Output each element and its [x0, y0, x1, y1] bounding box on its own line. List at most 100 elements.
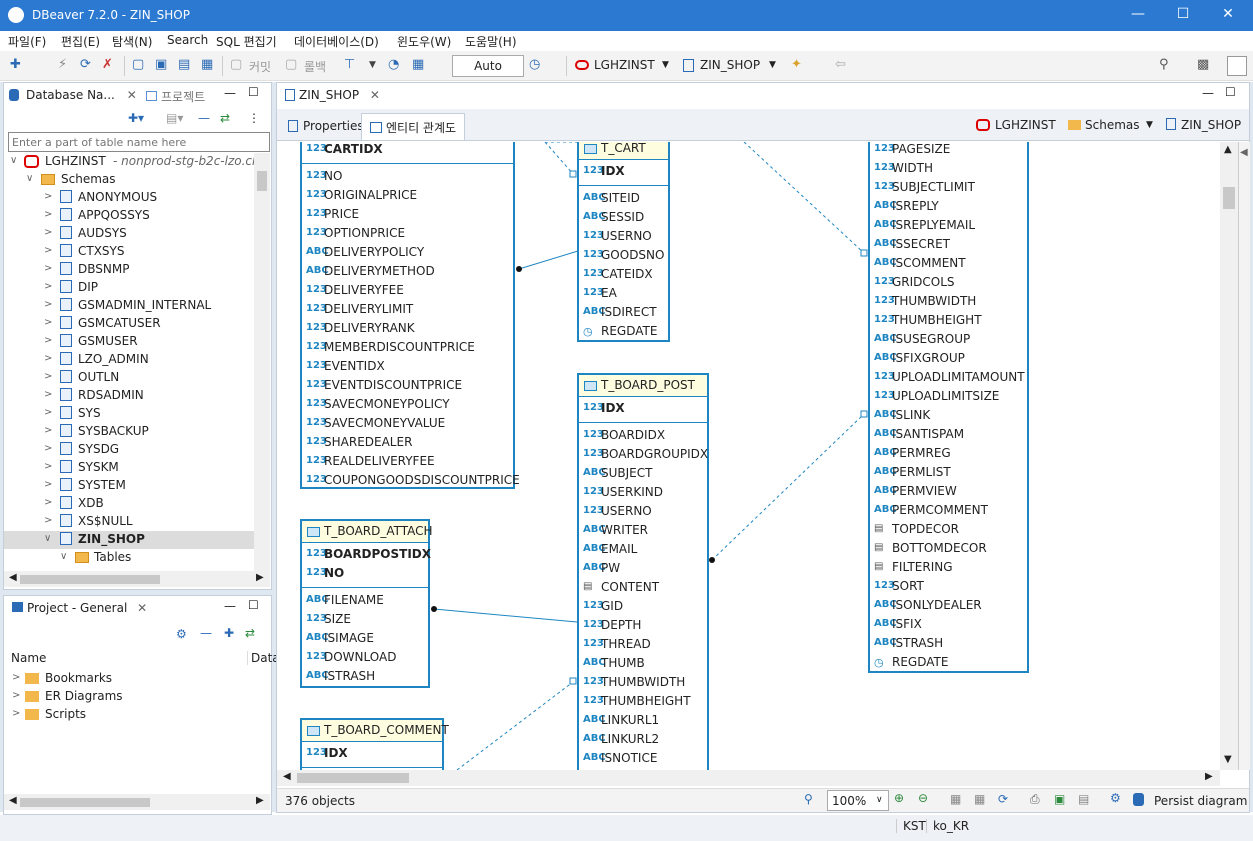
er-column[interactable]: 123 MEMBERDISCOUNTPRICE: [302, 338, 513, 357]
collapse-all-icon[interactable]: —: [198, 111, 210, 125]
tree-schema-item[interactable]: > RDSADMIN: [4, 387, 256, 405]
er-column[interactable]: ABC ISONLYDEALER: [870, 596, 1027, 615]
tree-schema-item[interactable]: > CTXSYS: [4, 243, 256, 261]
chevron-right-icon[interactable]: >: [44, 209, 52, 220]
er-column[interactable]: 123 BOARDIDX: [579, 426, 707, 445]
er-column[interactable]: 123 BOARDGROUPIDX: [579, 445, 708, 464]
active-datasource[interactable]: LGHZINST: [594, 58, 655, 72]
tree-schema-item[interactable]: > XDB: [4, 495, 256, 513]
chevron-right-icon[interactable]: >: [44, 407, 52, 418]
er-column[interactable]: ABC ISTRASH: [302, 667, 428, 686]
er-column[interactable]: 123 WIDTH: [870, 159, 1027, 178]
er-column[interactable]: ABC DELIVERYMETHOD: [302, 262, 513, 281]
tree-schema-item[interactable]: > SYSTEM: [4, 477, 256, 495]
settings-icon[interactable]: ⚙: [1110, 791, 1121, 805]
tree-schema-item[interactable]: > DBSNMP: [4, 261, 256, 279]
er-table-t-board-comment[interactable]: T_BOARD_COMMENT 123 IDX: [300, 718, 449, 770]
sql-editor-icon[interactable]: ▢: [132, 57, 144, 72]
link-icon[interactable]: ⇄: [245, 626, 255, 640]
diagram-vscroll[interactable]: ▲ ▼: [1220, 142, 1238, 770]
chevron-right-icon[interactable]: >: [44, 335, 52, 346]
close-button[interactable]: ✕: [1213, 6, 1243, 22]
save-icon[interactable]: ▤: [1078, 792, 1089, 806]
er-column[interactable]: ABC SESSID: [579, 208, 668, 227]
er-column[interactable]: ABC THUMB: [579, 654, 707, 673]
er-column[interactable]: 123 EVENTDISCOUNTPRICE: [302, 376, 513, 395]
er-column[interactable]: ABC ISREPLYEMAIL: [870, 216, 1027, 235]
er-column[interactable]: 123 REALDELIVERYFEE: [302, 452, 513, 471]
tree-schema-item[interactable]: ∨ ZIN_SHOP: [4, 531, 256, 549]
er-column[interactable]: ABC PERMLIST: [870, 463, 1027, 482]
tree-schema-item[interactable]: > AUDSYS: [4, 225, 256, 243]
menu-window[interactable]: 윈도우(W): [397, 33, 451, 50]
er-column[interactable]: ABC LINKURL2: [579, 730, 707, 749]
tree-schema-item[interactable]: > SYSDG: [4, 441, 256, 459]
breadcrumb-connection[interactable]: LGHZINST: [995, 118, 1056, 132]
er-column[interactable]: ▤ FILTERING: [870, 558, 1027, 577]
chevron-right-icon[interactable]: >: [44, 317, 52, 328]
er-column[interactable]: ABC ISREPLY: [870, 197, 1027, 216]
er-column[interactable]: 123 THUMBWIDTH: [870, 292, 1027, 311]
zoom-in-icon[interactable]: ⊕: [894, 791, 904, 805]
tree-schema-item[interactable]: > APPQOSSYS: [4, 207, 256, 225]
back-icon[interactable]: ⇦: [835, 57, 846, 72]
project-item-bookmarks[interactable]: > Bookmarks: [4, 670, 264, 688]
new-connection-icon[interactable]: ✚: [10, 57, 21, 72]
tab-database-navigator[interactable]: Database Na... ✕: [4, 83, 145, 107]
tree-schema-item[interactable]: > SYSKM: [4, 459, 256, 477]
minimize-editor-icon[interactable]: —: [1202, 86, 1214, 100]
er-column[interactable]: ABC EMAIL: [579, 540, 707, 559]
project-item-er-diagrams[interactable]: > ER Diagrams: [4, 688, 264, 706]
maximize-panel-icon[interactable]: ☐: [248, 598, 259, 612]
er-column[interactable]: 123 PAGESIZE: [870, 142, 1027, 159]
wand-icon[interactable]: ✦: [791, 57, 802, 72]
tab-projects[interactable]: 프로젝트: [138, 83, 213, 107]
menu-edit[interactable]: 편집(E): [61, 33, 100, 50]
chevron-right-icon[interactable]: >: [44, 425, 52, 436]
zoom-select[interactable]: 100% ∨: [827, 790, 889, 811]
tree-schema-item[interactable]: > GSMCATUSER: [4, 315, 256, 333]
er-column[interactable]: ABC FILENAME: [302, 591, 428, 610]
expand-icon[interactable]: ✚: [224, 626, 234, 640]
tab-zin-shop-editor[interactable]: ZIN_SHOP ✕: [277, 83, 388, 107]
tree-schema-item[interactable]: > GSMUSER: [4, 333, 256, 351]
print-icon[interactable]: ⎙: [1030, 792, 1040, 807]
active-schema[interactable]: ZIN_SHOP: [700, 58, 760, 72]
er-column[interactable]: ▤ CONTENT: [579, 578, 707, 597]
grid-icon[interactable]: ▦: [974, 792, 985, 806]
commit-button[interactable]: 커밋: [249, 58, 271, 75]
er-column[interactable]: ABC PERMREG: [870, 444, 1027, 463]
er-column[interactable]: 123 EVENTIDX: [302, 357, 513, 376]
menu-navigate[interactable]: 탐색(N): [112, 33, 152, 50]
link-editor-icon[interactable]: ⇄: [220, 111, 230, 125]
tree-schemas[interactable]: ∨ Schemas: [4, 171, 256, 189]
er-column[interactable]: 123 THUMBHEIGHT: [579, 692, 707, 711]
maximize-panel-icon[interactable]: ☐: [248, 85, 259, 99]
project-item-scripts[interactable]: > Scripts: [4, 706, 264, 724]
chevron-right-icon[interactable]: >: [44, 479, 52, 490]
transaction-mode-icon[interactable]: ⊤: [344, 57, 355, 72]
er-column[interactable]: ABC ISNOTICE: [579, 749, 707, 768]
er-column[interactable]: ABC SITEID: [579, 189, 668, 208]
er-column[interactable]: ABC PERMVIEW: [870, 482, 1027, 501]
tree-schema-item[interactable]: > SYS: [4, 405, 256, 423]
menu-file[interactable]: 파일(F): [8, 33, 46, 50]
tree-schema-item[interactable]: > XS$NULL: [4, 513, 256, 531]
add-connection-icon[interactable]: ✚▾: [128, 111, 144, 125]
breadcrumb-schemas[interactable]: Schemas: [1085, 118, 1140, 132]
settings-icon[interactable]: ⚙: [176, 627, 187, 641]
new-script-icon[interactable]: ▣: [155, 57, 167, 72]
tree-schema-item[interactable]: > LZO_ADMIN: [4, 351, 256, 369]
search-icon[interactable]: ⚲: [1159, 57, 1169, 72]
palette-arrow-icon[interactable]: ◀: [1240, 147, 1248, 158]
disconnect-icon[interactable]: ✗: [102, 57, 113, 72]
er-column[interactable]: ABC ISFIX: [870, 615, 1027, 634]
navigator-hscroll[interactable]: ◀ ▶: [4, 571, 270, 587]
chevron-right-icon[interactable]: >: [44, 497, 52, 508]
er-column[interactable]: 123 THREAD: [579, 635, 707, 654]
tab-project-general[interactable]: Project - General ✕: [4, 596, 156, 620]
tree-tables[interactable]: ∨ Tables: [4, 549, 256, 567]
er-column[interactable]: 123 SHAREDEALER: [302, 433, 513, 452]
plan-icon[interactable]: ▦: [412, 57, 424, 72]
er-column[interactable]: ABC ISUSEGROUP: [870, 330, 1027, 349]
